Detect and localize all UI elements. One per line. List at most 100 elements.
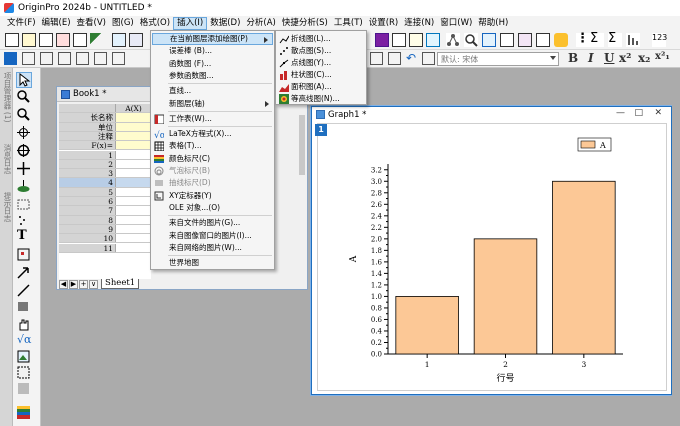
- cell[interactable]: [116, 243, 151, 252]
- extract-layer-icon[interactable]: [76, 52, 89, 65]
- font-select[interactable]: 默认: 宋体: [437, 52, 559, 66]
- worksheet-grid[interactable]: A(X) 长名称 单位 注释 F(x)= 1 2 3 4 5 6 7 8 9 10 11: [59, 104, 151, 279]
- row-header[interactable]: 长名称: [59, 113, 116, 122]
- swap-icon[interactable]: [112, 52, 125, 65]
- sheet-list-button[interactable]: ∨: [89, 279, 98, 289]
- cell[interactable]: [116, 113, 151, 122]
- insert-graph-tool-icon[interactable]: [17, 248, 30, 261]
- apps-icon[interactable]: [554, 33, 568, 47]
- menu-item-8[interactable]: 快捷分析(S): [279, 17, 331, 30]
- new-workbook-icon[interactable]: [22, 33, 36, 47]
- line-tool-icon[interactable]: [17, 284, 30, 297]
- insert-menu-item[interactable]: 来自网络的图片(W)...: [152, 242, 273, 254]
- object-tool-icon[interactable]: [17, 382, 30, 395]
- project-explorer-tab[interactable]: 项目管理器 (1): [2, 72, 13, 123]
- supsub-button[interactable]: x²₁: [655, 51, 670, 62]
- meta-row[interactable]: 长名称: [59, 113, 151, 123]
- table-row[interactable]: 1: [59, 150, 151, 160]
- region-select-tool-icon[interactable]: [17, 198, 30, 211]
- insert-menu-item[interactable]: LaTeX方程式(X)... √α: [152, 128, 273, 141]
- menu-item-5[interactable]: 插入(I): [173, 17, 208, 30]
- plot-tool-icon[interactable]: [375, 33, 389, 47]
- book-scrollbar[interactable]: [299, 115, 305, 175]
- cell[interactable]: [116, 224, 151, 234]
- italic-button[interactable]: I: [588, 51, 594, 65]
- meta-row[interactable]: 单位: [59, 122, 151, 132]
- tree-icon[interactable]: [446, 33, 460, 47]
- screen-reader-tool-icon[interactable]: [17, 162, 30, 175]
- merge-layer-icon[interactable]: [58, 52, 71, 65]
- rescale-icon[interactable]: [22, 52, 35, 65]
- text-tool-icon[interactable]: T: [17, 229, 30, 243]
- table-row[interactable]: 9: [59, 224, 151, 235]
- sheet-nav-prev[interactable]: ◀: [59, 279, 68, 289]
- undo-icon[interactable]: ↶: [406, 52, 419, 65]
- new-project-icon[interactable]: [5, 33, 19, 47]
- data-reader-icon[interactable]: [464, 33, 478, 47]
- draw-data-tool-icon[interactable]: [17, 180, 30, 193]
- color-palette-icon[interactable]: [17, 406, 30, 419]
- graph-page[interactable]: 0.0 0.2 0.4 0.6 0.8 1.0 1.2 1.4 1.6 1.8 2.0 2.2 2.4 2…: [317, 123, 667, 391]
- plot-submenu-item[interactable]: 面积图(A)...: [277, 81, 366, 93]
- cell[interactable]: [116, 234, 151, 243]
- plot-submenu-item[interactable]: 折线图(L)...: [277, 33, 366, 45]
- sheet-tab-sheet1[interactable]: Sheet1: [101, 279, 140, 289]
- layer-indicator[interactable]: 1: [315, 124, 327, 136]
- subscript-button[interactable]: x₂: [638, 51, 650, 65]
- arrow-tool-icon[interactable]: [17, 266, 30, 279]
- row-header[interactable]: 10: [59, 234, 116, 243]
- table-row[interactable]: 11: [59, 243, 151, 253]
- menu-item-7[interactable]: 分析(A): [243, 17, 278, 30]
- insert-menu-item[interactable]: OLE 对象...(O): [152, 202, 273, 214]
- latex-tool-icon[interactable]: √α: [17, 334, 31, 347]
- script-icon[interactable]: [518, 33, 532, 47]
- menu-item-3[interactable]: 图(G): [109, 17, 137, 30]
- table-row[interactable]: 5: [59, 187, 151, 197]
- cell[interactable]: [116, 187, 151, 196]
- column-stats-icon[interactable]: [626, 33, 640, 47]
- menu-item-1[interactable]: 编辑(E): [39, 17, 74, 30]
- mask-tool-icon[interactable]: [17, 214, 30, 227]
- cell[interactable]: [116, 122, 151, 131]
- number-format-icon[interactable]: 123: [652, 33, 667, 47]
- hint-log-tab[interactable]: 提示日志: [2, 192, 13, 222]
- cell[interactable]: [116, 131, 151, 141]
- cell[interactable]: [116, 215, 151, 224]
- table-row[interactable]: 3: [59, 169, 151, 179]
- table-row[interactable]: 6: [59, 197, 151, 207]
- insert-menu-item[interactable]: 在当前图层添加绘图(P): [152, 33, 273, 45]
- worksheet-tool-icon[interactable]: [500, 33, 514, 47]
- zoom-out-tool-icon[interactable]: [17, 108, 30, 121]
- region-tool-icon[interactable]: [17, 366, 30, 379]
- row-header[interactable]: 6: [59, 197, 116, 206]
- pointer-tool-icon[interactable]: [16, 72, 32, 88]
- cell[interactable]: [116, 159, 151, 169]
- insert-menu-item[interactable]: 气泡标尺(B): [152, 165, 273, 177]
- insert-menu-item[interactable]: 来自图像窗口的图片(I)...: [152, 230, 273, 242]
- superscript-button[interactable]: x²: [619, 51, 631, 65]
- hand-tool-icon[interactable]: [17, 318, 30, 331]
- row-header[interactable]: 单位: [59, 122, 116, 132]
- table-row[interactable]: 4: [59, 178, 151, 188]
- insert-menu-item[interactable]: 抽线标尺(D): [152, 177, 273, 189]
- meta-row[interactable]: F(x)=: [59, 141, 151, 151]
- insert-menu-item[interactable]: 参数函数图...: [152, 70, 273, 82]
- row-header[interactable]: 2: [59, 159, 116, 169]
- bar-chart[interactable]: 0.0 0.2 0.4 0.6 0.8 1.0 1.2 1.4 1.6 1.8 2.0 2.2 2.4 2…: [318, 124, 668, 392]
- insert-menu-item[interactable]: 函数图 (F)...: [152, 58, 273, 70]
- corner-cell[interactable]: [59, 104, 116, 113]
- insert-image-tool-icon[interactable]: [17, 350, 30, 363]
- insert-menu-item[interactable]: 工作表(W)...: [152, 113, 273, 125]
- bold-button[interactable]: B: [568, 51, 578, 65]
- open-icon[interactable]: [112, 33, 126, 47]
- row-header[interactable]: F(x)=: [59, 141, 116, 150]
- row-header[interactable]: 注释: [59, 131, 116, 141]
- plot-submenu-item[interactable]: 散点图(S)...: [277, 45, 366, 57]
- zoom-icon[interactable]: [482, 33, 496, 47]
- edit-plot-icon[interactable]: [392, 33, 406, 47]
- note-icon[interactable]: [409, 33, 423, 47]
- new-layout-icon[interactable]: [73, 33, 87, 47]
- menu-item-13[interactable]: 帮助(H): [475, 17, 511, 30]
- function-icon[interactable]: [90, 33, 104, 47]
- menu-item-12[interactable]: 窗口(W): [437, 17, 475, 30]
